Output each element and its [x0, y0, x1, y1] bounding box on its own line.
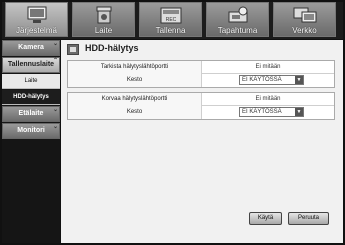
tab-system[interactable]: Järjestelmä [5, 2, 68, 37]
hdd-icon [67, 44, 79, 55]
camera-icon [96, 6, 111, 24]
sidebar-item-camera[interactable]: Kamera ⌄ [2, 40, 60, 56]
sidebar: Kamera ⌄ Tallennuslaite ⌃ Laite HDD-häly… [2, 40, 60, 243]
chevron-down-icon: ⌄ [52, 41, 58, 47]
sidebar-item-label: Laite [24, 78, 38, 84]
settings-row: Kesto EI KÄYTÖSSÄ ▼ [68, 74, 334, 87]
check-port-label: Tarkista hälytyslähtöportti [68, 61, 202, 74]
tab-label: Verkko [292, 26, 317, 35]
sidebar-item-hdd-alarm[interactable]: HDD-hälytys [2, 90, 60, 105]
replace-alarm-group: Korvaa hälytyslähtöportti Ei mitään Kest… [67, 92, 335, 120]
tab-label: Laite [94, 26, 113, 35]
sidebar-item-label: Monitori [17, 127, 45, 134]
select-value: EI KÄYTÖSSÄ [242, 109, 282, 115]
settings-row: Tarkista hälytyslähtöportti Ei mitään [68, 61, 334, 74]
cancel-button[interactable]: Peruuta [288, 212, 329, 225]
app-window: Järjestelmä Laite REC Tallenna Tapahtuma… [0, 0, 345, 245]
dropdown-arrow-icon[interactable]: ▼ [295, 76, 303, 84]
sidebar-item-label: Tallennuslaite [7, 61, 55, 68]
check-alarm-group: Tarkista hälytyslähtöportti Ei mitään Ke… [67, 60, 335, 88]
chevron-down-icon: ⌄ [52, 107, 58, 113]
check-duration-label: Kesto [68, 74, 202, 87]
sidebar-item-remote[interactable]: Etälaite ⌄ [2, 106, 60, 122]
network-icon [293, 7, 316, 23]
replace-port-value[interactable]: Ei mitään [202, 93, 334, 106]
check-duration-select[interactable]: EI KÄYTÖSSÄ ▼ [239, 75, 304, 85]
chevron-up-icon: ⌃ [52, 58, 58, 64]
sidebar-item-label: HDD-hälytys [13, 94, 49, 100]
tab-network[interactable]: Verkko [273, 2, 336, 37]
chevron-down-icon: ⌄ [52, 124, 58, 130]
top-tab-bar: Järjestelmä Laite REC Tallenna Tapahtuma… [2, 2, 343, 39]
replace-duration-label: Kesto [68, 106, 202, 119]
settings-row: Korvaa hälytyslähtöportti Ei mitään [68, 93, 334, 106]
tab-device[interactable]: Laite [72, 2, 135, 37]
check-port-value[interactable]: Ei mitään [202, 61, 334, 74]
sidebar-item-label: Etälaite [18, 110, 44, 117]
select-value: EI KÄYTÖSSÄ [242, 77, 282, 83]
apply-button[interactable]: Käytä [249, 212, 282, 225]
tab-label: Tallenna [155, 26, 186, 35]
event-icon [228, 6, 247, 23]
sidebar-item-device[interactable]: Laite [2, 74, 60, 89]
replace-port-label: Korvaa hälytyslähtöportti [68, 93, 202, 106]
tab-label: Järjestelmä [16, 26, 57, 35]
record-icon: REC [160, 7, 181, 24]
tab-label: Tapahtuma [217, 26, 258, 35]
tab-event[interactable]: Tapahtuma [206, 2, 269, 37]
dropdown-arrow-icon[interactable]: ▼ [295, 108, 303, 116]
page-title: HDD-hälytys [85, 43, 139, 53]
tab-record[interactable]: REC Tallenna [139, 2, 202, 37]
sidebar-item-storage[interactable]: Tallennuslaite ⌃ [2, 57, 60, 73]
sidebar-item-monitor[interactable]: Monitori ⌄ [2, 123, 60, 139]
main-panel: HDD-hälytys Tarkista hälytyslähtöportti … [61, 40, 343, 243]
sidebar-item-label: Kamera [18, 44, 44, 51]
monitor-icon [27, 6, 46, 23]
svg-text:REC: REC [165, 17, 176, 23]
replace-duration-select[interactable]: EI KÄYTÖSSÄ ▼ [239, 107, 304, 117]
settings-row: Kesto EI KÄYTÖSSÄ ▼ [68, 106, 334, 119]
